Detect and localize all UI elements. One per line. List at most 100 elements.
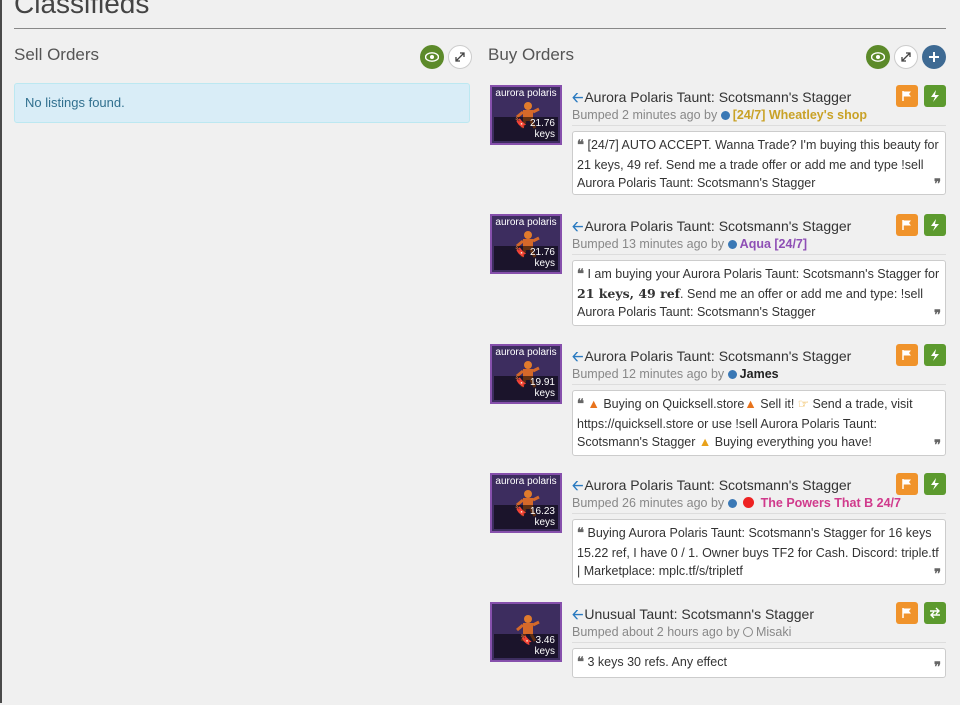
bump-time: Bumped 12 minutes ago by: [572, 367, 725, 381]
quote-open-icon: ❝: [577, 655, 584, 670]
listing: aurora polaris 🔖 21.76 keys 🡠Aurora Pola…: [490, 85, 946, 195]
price-tag: 🔖 16.23 keys: [494, 505, 558, 529]
add-buy-order-button[interactable]: [922, 45, 946, 69]
listing-comment: ❝ [24/7] AUTO ACCEPT. Wanna Trade? I'm b…: [572, 131, 946, 195]
item-name: Aurora Polaris Taunt: Scotsmann's Stagge…: [584, 348, 852, 364]
bump-info: Bumped 2 minutes ago by [24/7] Wheatley'…: [572, 108, 867, 122]
item-image[interactable]: aurora polaris 🔖 16.23 keys: [490, 473, 562, 533]
item-name: Unusual Taunt: Scotsmann's Stagger: [584, 606, 815, 622]
bump-time: Bumped 13 minutes ago by: [572, 237, 725, 251]
divider: [572, 125, 946, 126]
listing-comment: ❝ 3 keys 30 refs. Any effect ❞: [572, 648, 946, 678]
fire-icon: ▲: [744, 397, 757, 411]
status-dot-icon: [727, 370, 737, 379]
sell-expand-button[interactable]: [448, 45, 472, 69]
item-image[interactable]: aurora polaris 🔖 21.76 keys: [490, 85, 562, 145]
item-image[interactable]: aurora polaris 🔖 19.91 keys: [490, 344, 562, 404]
instant-trade-button[interactable]: [924, 473, 946, 495]
bump-time: Bumped about 2 hours ago by: [572, 625, 740, 639]
price-tag: 🔖 3.46 keys: [494, 634, 558, 658]
trade-offer-button[interactable]: [924, 602, 946, 624]
user-link[interactable]: The Powers That B 24/7: [761, 496, 901, 510]
sell-orders-title: Sell Orders: [14, 45, 100, 64]
lightning-icon: [931, 349, 939, 361]
listing-comment: ❝ ▲ Buying on Quicksell.store▲ Sell it! …: [572, 390, 946, 456]
listing-comment: ❝ Buying Aurora Polaris Taunt: Scotsmann…: [572, 519, 946, 585]
listing: 🔖 3.46 keys 🡠Unusual Taunt: Scotsmann's …: [490, 602, 946, 678]
flag-icon: [902, 91, 911, 101]
price-tag: 🔖 21.76 keys: [494, 117, 558, 141]
bump-time: Bumped 26 minutes ago by: [572, 496, 725, 510]
user-link[interactable]: Misaki: [756, 625, 791, 639]
bump-time: Bumped 2 minutes ago by: [572, 108, 718, 122]
item-name: Aurora Polaris Taunt: Scotsmann's Stagge…: [584, 89, 852, 105]
item-name: Aurora Polaris Taunt: Scotsmann's Stagge…: [584, 477, 852, 493]
arrow-left-icon: 🡠: [572, 477, 584, 493]
comment-text: Buying Aurora Polaris Taunt: Scotsmann's…: [577, 526, 939, 578]
divider: [572, 513, 946, 514]
item-price: 21.76 keys: [529, 118, 555, 140]
divider: [572, 642, 946, 643]
instant-trade-button[interactable]: [924, 85, 946, 107]
item-effect-label: aurora polaris: [495, 88, 557, 99]
arrow-left-icon: 🡠: [572, 606, 584, 622]
comment-text: I am buying your Aurora Polaris Taunt: S…: [587, 267, 940, 281]
plus-icon: [929, 52, 939, 62]
item-price: 19.91 keys: [529, 377, 555, 399]
flag-button[interactable]: [896, 473, 918, 495]
flag-button[interactable]: [896, 214, 918, 236]
status-dot-icon: [720, 111, 730, 120]
item-effect-label: aurora polaris: [495, 476, 557, 487]
flag-button[interactable]: [896, 602, 918, 624]
instant-trade-button[interactable]: [924, 344, 946, 366]
item-name: Aurora Polaris Taunt: Scotsmann's Stagge…: [584, 218, 852, 234]
item-image[interactable]: 🔖 3.46 keys: [490, 602, 562, 662]
listing: aurora polaris 🔖 16.23 keys 🡠Aurora Pola…: [490, 473, 946, 585]
divider: [572, 254, 946, 255]
listing-comment: ❝ I am buying your Aurora Polaris Taunt:…: [572, 260, 946, 326]
thumbs-up-icon: ▲: [698, 435, 712, 449]
arrow-left-icon: 🡠: [572, 89, 584, 105]
no-listings-alert: No listings found.: [14, 83, 470, 123]
comment-price: 21 keys, 49 ref: [577, 285, 681, 301]
lightning-icon: [931, 478, 939, 490]
flag-button[interactable]: [896, 344, 918, 366]
red-circle-icon: [743, 497, 755, 508]
quote-close-icon: ❞: [934, 566, 941, 582]
buy-toggle-visibility-button[interactable]: [866, 45, 890, 69]
user-link[interactable]: James: [740, 367, 779, 381]
quote-close-icon: ❞: [934, 659, 941, 675]
user-link[interactable]: [24/7] Wheatley's shop: [733, 108, 867, 122]
lightning-icon: [931, 219, 939, 231]
point-right-icon: ☞: [797, 397, 809, 411]
quote-open-icon: ❝: [577, 138, 584, 153]
status-dot-icon: [727, 240, 737, 249]
item-price: 3.46 keys: [534, 635, 555, 657]
listing: aurora polaris 🔖 21.76 keys 🡠Aurora Pola…: [490, 214, 946, 326]
sell-toggle-visibility-button[interactable]: [420, 45, 444, 69]
arrow-left-icon: 🡠: [572, 218, 584, 234]
buy-orders-title: Buy Orders: [488, 45, 574, 64]
quote-open-icon: ❝: [577, 267, 584, 282]
comment-text: Buying everything you have!: [714, 435, 872, 449]
comment-text: [24/7] AUTO ACCEPT. Wanna Trade? I'm buy…: [577, 138, 939, 190]
instant-trade-button[interactable]: [924, 214, 946, 236]
buy-expand-button[interactable]: [894, 45, 918, 69]
quote-close-icon: ❞: [934, 307, 941, 323]
flag-button[interactable]: [896, 85, 918, 107]
listing: aurora polaris 🔖 19.91 keys 🡠Aurora Pola…: [490, 344, 946, 456]
status-dot-icon: [727, 499, 737, 508]
flag-icon: [902, 608, 911, 618]
comment-text: Buying on Quicksell.store: [603, 397, 745, 411]
item-effect-label: aurora polaris: [495, 217, 557, 228]
eye-icon: [871, 52, 885, 62]
item-effect-label: aurora polaris: [495, 347, 557, 358]
user-link[interactable]: Aqua [24/7]: [740, 237, 807, 251]
quote-open-icon: ❝: [577, 397, 584, 412]
item-image[interactable]: aurora polaris 🔖 21.76 keys: [490, 214, 562, 274]
price-tag: 🔖 21.76 keys: [494, 246, 558, 270]
expand-icon: [455, 52, 465, 62]
item-price: 21.76 keys: [529, 247, 555, 269]
item-price: 16.23 keys: [529, 506, 555, 528]
offline-ring-icon: [742, 627, 753, 637]
